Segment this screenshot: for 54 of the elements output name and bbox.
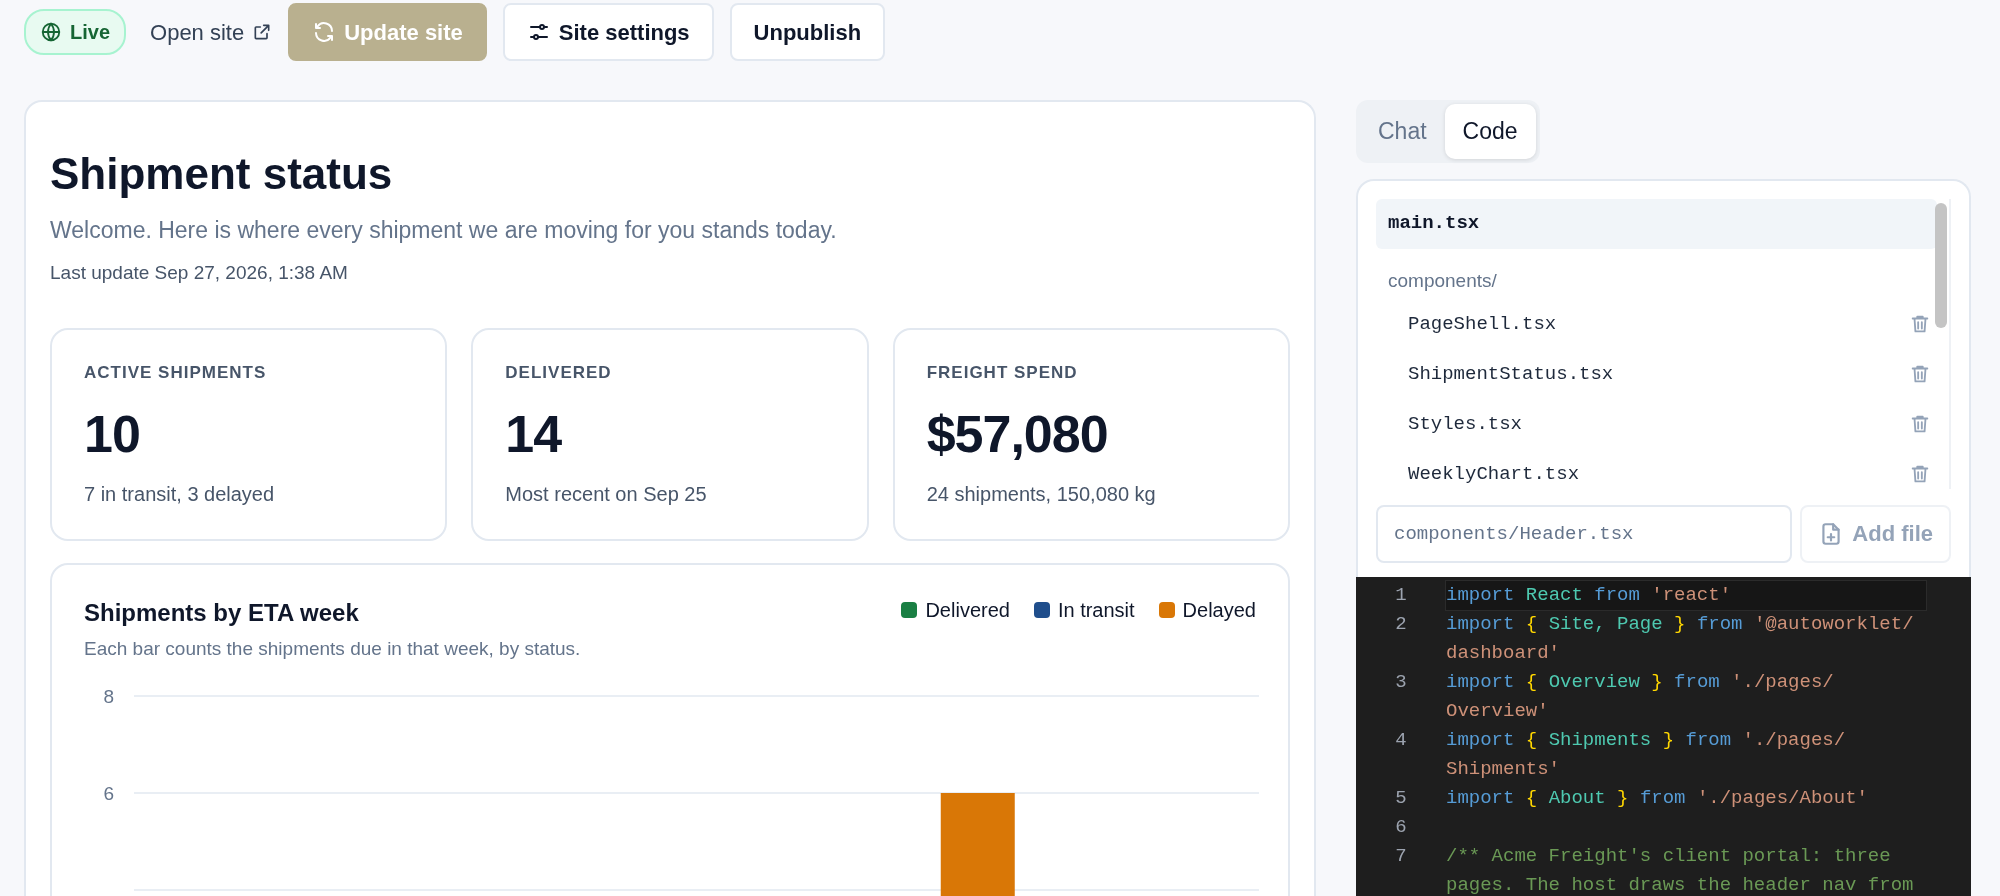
line-number: 4 bbox=[1394, 727, 1408, 753]
code-line: import { About } from './pages/About' bbox=[1446, 785, 1869, 811]
file-name: main.tsx bbox=[1388, 211, 1480, 237]
file-item[interactable]: ShipmentStatus.tsx bbox=[1376, 349, 1949, 399]
stat-label: ACTIVE SHIPMENTS bbox=[84, 361, 268, 384]
file-item[interactable]: main.tsx bbox=[1376, 198, 1937, 249]
stat-note: 7 in transit, 3 delayed bbox=[84, 482, 276, 508]
file-name: PageShell.tsx bbox=[1408, 311, 1557, 337]
stat-label: FREIGHT SPEND bbox=[926, 361, 1079, 384]
page-title: Shipment status bbox=[50, 148, 394, 200]
file-name: Styles.tsx bbox=[1408, 411, 1523, 437]
line-number: 2 bbox=[1394, 611, 1408, 637]
scrollbar-thumb[interactable] bbox=[1935, 202, 1947, 328]
chart-caption: Each bar counts the shipments due in that week, by status. bbox=[84, 637, 581, 662]
line-number: 1 bbox=[1394, 582, 1408, 608]
folder-label[interactable]: components/ bbox=[1376, 248, 1949, 299]
legend-label: Delayed bbox=[1182, 598, 1256, 624]
trash-icon bbox=[1909, 313, 1931, 335]
file-name: ShipmentStatus.tsx bbox=[1408, 361, 1614, 387]
file-item[interactable]: PageShell.tsx bbox=[1376, 299, 1949, 349]
chart-title: Shipments by ETA week bbox=[84, 598, 360, 629]
open-site-link[interactable]: Open site bbox=[150, 15, 273, 49]
stat-note: Most recent on Sep 25 bbox=[505, 482, 708, 508]
y-tick-label: 6 bbox=[103, 782, 114, 804]
line-number: 6 bbox=[1394, 814, 1408, 840]
file-item[interactable]: Styles.tsx bbox=[1376, 399, 1949, 449]
stat-value: 14 bbox=[505, 404, 563, 466]
unpublish-button[interactable]: Unpublish bbox=[729, 3, 886, 61]
code-editor[interactable] bbox=[1356, 576, 1971, 896]
line-number: 5 bbox=[1394, 785, 1408, 811]
stat-note: 24 shipments, 150,080 kg bbox=[926, 482, 1157, 508]
stat-value: 10 bbox=[84, 404, 141, 466]
panel-tab[interactable]: Code bbox=[1444, 104, 1536, 159]
line-number: 3 bbox=[1394, 669, 1408, 695]
site-settings-button[interactable]: Site settings bbox=[502, 3, 714, 61]
stat-value: $57,080 bbox=[926, 404, 1109, 466]
last-update-text: Last update Sep 27, 2026, 1:38 AM bbox=[50, 261, 349, 286]
code-line: /** Acme Freight's client portal: three pages. The host draws the header nav from bbox=[1446, 843, 1915, 896]
trash-icon bbox=[1909, 463, 1931, 485]
legend-label: In transit bbox=[1057, 598, 1135, 624]
file-item[interactable]: WeeklyChart.tsx bbox=[1376, 449, 1949, 489]
globe-icon bbox=[40, 21, 62, 43]
external-link-icon bbox=[252, 22, 273, 42]
page-subtitle: Welcome. Here is where every shipment we are moving for you stands today. bbox=[50, 215, 838, 245]
line-number: 7 bbox=[1394, 843, 1408, 869]
legend-label: Delivered bbox=[925, 598, 1010, 624]
panel-tab[interactable]: Chat bbox=[1360, 104, 1445, 159]
file-name: WeeklyChart.tsx bbox=[1408, 461, 1580, 487]
trash-icon bbox=[1909, 413, 1931, 435]
new-file-field[interactable]: components/Header.tsx bbox=[1376, 504, 1793, 563]
y-tick-label: 8 bbox=[103, 685, 114, 707]
stat-label: DELIVERED bbox=[505, 361, 613, 384]
trash-icon bbox=[1909, 363, 1931, 385]
live-status-badge: Live bbox=[24, 9, 127, 55]
